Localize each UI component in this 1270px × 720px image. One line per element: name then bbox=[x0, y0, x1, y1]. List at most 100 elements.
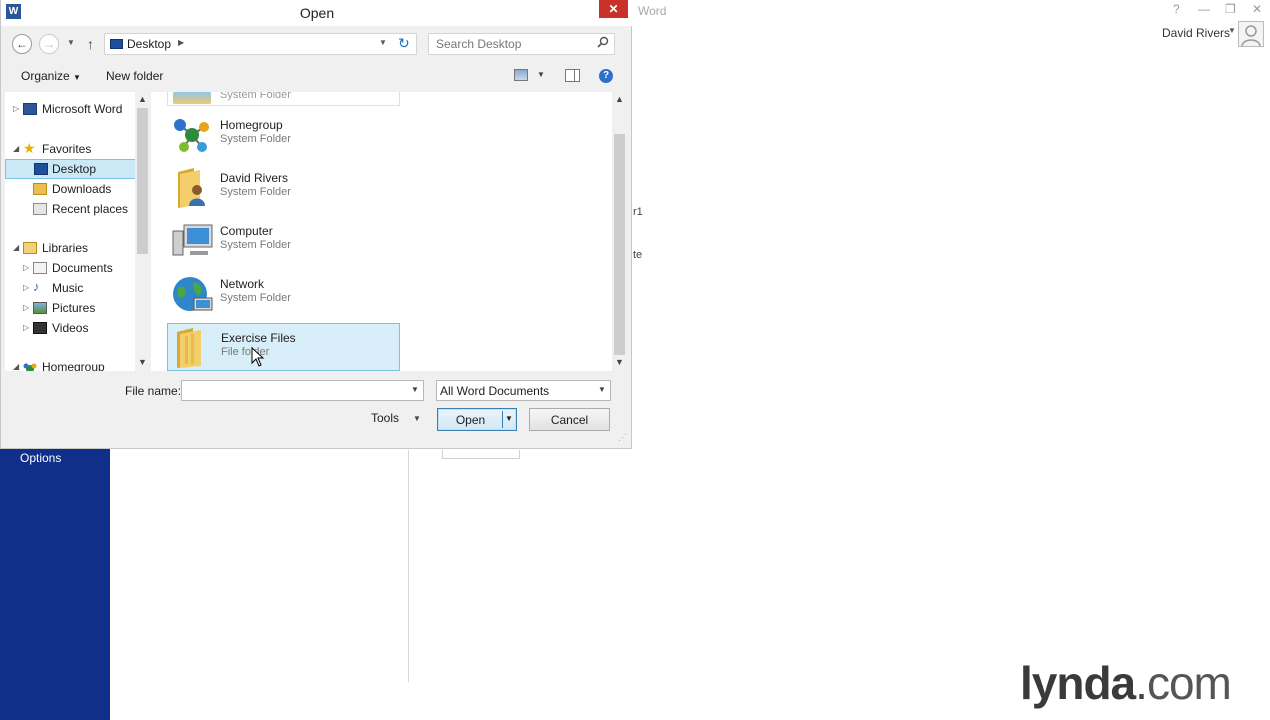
minimize-icon[interactable]: — bbox=[1198, 2, 1210, 16]
organize-button[interactable]: Organize ▼ bbox=[21, 69, 81, 83]
file-list[interactable]: System Folder Homegroup System Folder Da… bbox=[151, 92, 612, 371]
nav-item-downloads[interactable]: Downloads bbox=[5, 179, 136, 199]
downloads-folder-icon bbox=[33, 183, 47, 195]
open-button-label: Open bbox=[455, 413, 486, 427]
item-type: System Folder bbox=[220, 239, 291, 251]
star-icon: ★ bbox=[23, 140, 36, 156]
avatar[interactable] bbox=[1238, 21, 1264, 47]
chevron-down-icon[interactable]: ▼ bbox=[413, 414, 421, 423]
expand-icon[interactable]: ▷ bbox=[13, 99, 19, 119]
computer-icon bbox=[170, 221, 214, 261]
file-name-input[interactable] bbox=[181, 380, 424, 401]
nav-item-favorites[interactable]: ◢ ★ Favorites bbox=[5, 139, 136, 159]
help-icon[interactable]: ? bbox=[599, 69, 613, 83]
nav-scrollbar-thumb[interactable] bbox=[137, 108, 148, 254]
address-bar[interactable]: Desktop ▶ ▼ ↻ bbox=[104, 33, 417, 55]
nav-item-documents[interactable]: ▷ Documents bbox=[5, 258, 136, 278]
chevron-right-icon[interactable]: ▶ bbox=[178, 38, 184, 47]
expand-icon[interactable]: ▷ bbox=[23, 258, 29, 278]
chevron-down-icon[interactable]: ▼ bbox=[1228, 26, 1236, 35]
nav-item-videos[interactable]: ▷ Videos bbox=[5, 318, 136, 338]
close-window-icon[interactable]: ✕ bbox=[1252, 2, 1262, 16]
word-text-fragment: r1 bbox=[633, 206, 643, 218]
word-divider bbox=[408, 450, 409, 682]
chevron-down-icon: ▼ bbox=[598, 385, 606, 394]
pictures-icon bbox=[33, 302, 47, 314]
file-list-scrollbar-thumb[interactable] bbox=[614, 134, 625, 355]
desktop-icon bbox=[110, 39, 123, 49]
file-name-label: File name: bbox=[125, 384, 182, 398]
refresh-icon[interactable]: ↻ bbox=[398, 35, 410, 52]
search-placeholder: Search Desktop bbox=[436, 37, 522, 51]
restore-icon[interactable]: ❐ bbox=[1225, 2, 1236, 16]
item-type: System Folder bbox=[220, 292, 291, 304]
list-item-homegroup[interactable]: Homegroup System Folder bbox=[167, 111, 400, 159]
open-dialog: W Open ✕ ← → ▼ ↑ Desktop ▶ ▼ ↻ Search De… bbox=[0, 0, 633, 449]
nav-item-pictures[interactable]: ▷ Pictures bbox=[5, 298, 136, 318]
expand-icon[interactable]: ▷ bbox=[23, 278, 29, 298]
nav-item-homegroup[interactable]: ◢ Homegroup bbox=[5, 357, 136, 371]
account-name[interactable]: David Rivers bbox=[1162, 26, 1230, 40]
music-icon: ♪ bbox=[33, 279, 40, 294]
nav-item-libraries[interactable]: ◢ Libraries bbox=[5, 238, 136, 258]
recent-locations-dropdown[interactable]: ▼ bbox=[67, 38, 75, 47]
nav-item-music[interactable]: ▷ ♪ Music bbox=[5, 278, 136, 298]
address-location[interactable]: Desktop bbox=[127, 37, 171, 51]
nav-item-microsoft-word[interactable]: ▷ Microsoft Word bbox=[5, 99, 136, 119]
new-folder-button[interactable]: New folder bbox=[106, 69, 163, 83]
search-icon[interactable] bbox=[597, 36, 609, 51]
word-text-fragment: te bbox=[633, 249, 643, 261]
cancel-button[interactable]: Cancel bbox=[529, 408, 610, 431]
chevron-down-icon[interactable]: ▼ bbox=[411, 385, 419, 394]
folder-icon bbox=[173, 92, 211, 104]
item-name: David Rivers bbox=[220, 171, 289, 185]
tools-button[interactable]: Tools bbox=[371, 411, 399, 425]
expand-icon[interactable]: ▷ bbox=[23, 318, 29, 338]
scroll-up-icon[interactable]: ▲ bbox=[615, 94, 624, 104]
search-input[interactable]: Search Desktop bbox=[428, 33, 615, 55]
forward-button[interactable]: → bbox=[39, 34, 59, 54]
nav-item-desktop[interactable]: Desktop bbox=[5, 159, 136, 179]
preview-pane-icon[interactable] bbox=[565, 69, 580, 82]
split-divider bbox=[502, 411, 503, 428]
file-type-select[interactable]: All Word Documents ▼ bbox=[436, 380, 611, 401]
nav-item-recent-places[interactable]: Recent places bbox=[5, 199, 136, 219]
resize-grip-icon[interactable]: ⋰ bbox=[618, 432, 627, 443]
word-options-item[interactable]: Options bbox=[20, 451, 61, 465]
item-type: System Folder bbox=[220, 186, 291, 198]
change-view-icon[interactable] bbox=[514, 69, 528, 81]
list-item-network[interactable]: Network System Folder bbox=[167, 270, 400, 318]
collapse-icon[interactable]: ◢ bbox=[13, 139, 19, 159]
cancel-button-label: Cancel bbox=[550, 413, 589, 427]
list-item-david-rivers[interactable]: David Rivers System Folder bbox=[167, 164, 400, 212]
collapse-icon[interactable]: ◢ bbox=[13, 238, 19, 258]
scroll-up-icon[interactable]: ▲ bbox=[138, 94, 147, 104]
back-button[interactable]: ← bbox=[12, 34, 32, 54]
word-panel-box bbox=[442, 450, 520, 459]
chevron-down-icon[interactable]: ▼ bbox=[537, 70, 545, 79]
item-name: Network bbox=[220, 277, 265, 291]
open-button[interactable]: Open ▼ bbox=[437, 408, 517, 431]
list-item-computer[interactable]: Computer System Folder bbox=[167, 217, 400, 265]
homegroup-icon bbox=[23, 361, 37, 371]
word-icon bbox=[23, 103, 37, 115]
address-dropdown-icon[interactable]: ▼ bbox=[379, 38, 387, 47]
open-options-dropdown[interactable]: ▼ bbox=[505, 414, 513, 423]
dialog-title: Open bbox=[299, 5, 335, 21]
list-item-exercise-files[interactable]: Exercise Files File folder bbox=[167, 323, 400, 371]
folder-icon bbox=[171, 328, 215, 368]
expand-icon[interactable]: ▷ bbox=[23, 298, 29, 318]
up-button[interactable]: ↑ bbox=[87, 36, 94, 52]
libraries-icon bbox=[23, 242, 37, 254]
homegroup-icon bbox=[170, 115, 214, 155]
close-button[interactable]: ✕ bbox=[599, 0, 628, 18]
item-type: System Folder bbox=[220, 133, 291, 145]
navigation-pane[interactable]: ▷ Microsoft Word ◢ ★ Favorites Desktop D… bbox=[5, 92, 150, 371]
collapse-icon[interactable]: ◢ bbox=[13, 357, 19, 371]
documents-icon bbox=[33, 262, 47, 274]
item-name: Computer bbox=[220, 224, 273, 238]
help-icon[interactable]: ? bbox=[1173, 2, 1180, 16]
scroll-down-icon[interactable]: ▼ bbox=[138, 357, 147, 367]
mouse-cursor-icon bbox=[251, 346, 265, 367]
scroll-down-icon[interactable]: ▼ bbox=[615, 357, 624, 367]
